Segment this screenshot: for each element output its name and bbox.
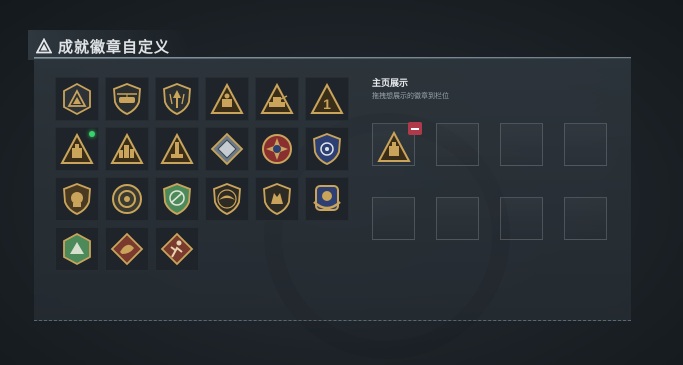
showcase-title: 主页展示 xyxy=(372,79,409,89)
lion-badge-icon xyxy=(63,183,91,215)
page-header: 成就徽章自定义 xyxy=(36,36,170,56)
svg-text:1: 1 xyxy=(323,96,331,112)
badge-12[interactable] xyxy=(305,127,349,171)
badge-16[interactable] xyxy=(205,177,249,221)
showcase-subtitle: 拖拽想展示的徽章到栏位 xyxy=(372,92,449,100)
badge-2[interactable] xyxy=(105,77,149,121)
badge-15[interactable] xyxy=(155,177,199,221)
green-hex-icon xyxy=(63,232,91,266)
box-triangle-icon xyxy=(377,130,411,162)
showcase-slot-4[interactable] xyxy=(564,123,607,166)
helicopter-shield-icon xyxy=(113,83,141,115)
showcase-slot-3[interactable] xyxy=(500,123,543,166)
showcase-slot-8[interactable] xyxy=(564,197,607,240)
dragon-diamond-icon xyxy=(110,232,144,266)
badge-8[interactable] xyxy=(105,127,149,171)
warning-triangle-icon xyxy=(36,38,52,54)
badge-18[interactable] xyxy=(305,177,349,221)
triangle-emblem-icon xyxy=(63,82,91,116)
badge-1[interactable] xyxy=(55,77,99,121)
remove-badge-button[interactable] xyxy=(408,122,422,135)
showcase-slot-6[interactable] xyxy=(436,197,479,240)
showcase-slot-7[interactable] xyxy=(500,197,543,240)
tower-triangle-icon xyxy=(160,132,194,164)
box-triangle-icon xyxy=(60,132,94,164)
runner-diamond-icon xyxy=(160,232,194,266)
badge-13[interactable] xyxy=(55,177,99,221)
badge-3[interactable] xyxy=(155,77,199,121)
badge-grid: 1 xyxy=(55,77,349,271)
badge-9[interactable] xyxy=(155,127,199,171)
wolf-shield-icon xyxy=(263,183,291,215)
badge-5[interactable] xyxy=(255,77,299,121)
page-title: 成就徽章自定义 xyxy=(58,37,171,56)
badge-19[interactable] xyxy=(55,227,99,271)
cross-medal-icon xyxy=(262,134,292,164)
badge-10[interactable] xyxy=(205,127,249,171)
showcase-slot-2[interactable] xyxy=(436,123,479,166)
badge-21[interactable] xyxy=(155,227,199,271)
new-indicator xyxy=(89,131,95,137)
badge-17[interactable] xyxy=(255,177,299,221)
diamond-badge-icon xyxy=(210,132,244,166)
arrow-shield-icon xyxy=(163,83,191,115)
badge-6[interactable]: 1 xyxy=(305,77,349,121)
city-triangle-icon xyxy=(110,132,144,164)
badge-7[interactable] xyxy=(55,127,99,171)
badge-11[interactable] xyxy=(255,127,299,171)
badge-4[interactable] xyxy=(205,77,249,121)
police-shield-icon xyxy=(313,133,341,165)
badge-20[interactable] xyxy=(105,227,149,271)
gold-triangle-icon xyxy=(210,82,244,114)
eagle-crest-icon xyxy=(313,185,341,211)
rank-one-triangle-icon: 1 xyxy=(310,82,344,114)
showcase-slot-1[interactable] xyxy=(372,122,422,166)
badge-14[interactable] xyxy=(105,177,149,221)
tank-triangle-icon xyxy=(260,82,294,114)
bird-shield-icon xyxy=(213,183,241,215)
wreath-badge-icon xyxy=(112,184,142,214)
badge-panel: 1 主页展示 拖拽想展示的徽章到栏位 xyxy=(34,57,631,359)
showcase-slot-5[interactable] xyxy=(372,197,415,240)
green-shield-icon xyxy=(163,183,191,215)
